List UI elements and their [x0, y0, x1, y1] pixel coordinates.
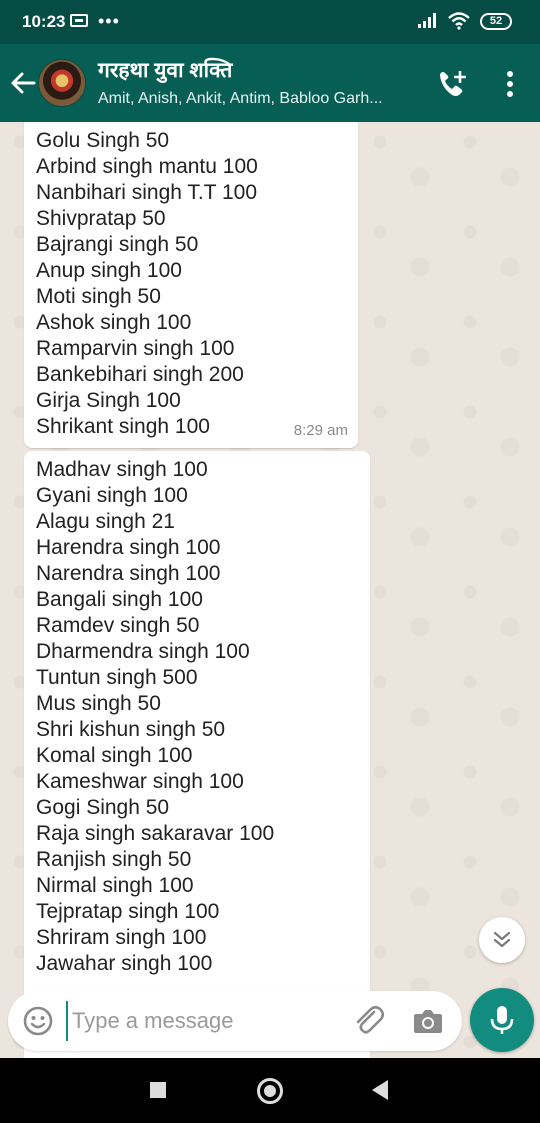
status-right-icons: 52	[418, 12, 512, 30]
message-line: Moti singh 50	[36, 285, 161, 308]
status-bar: 10:23 ••• 52	[0, 0, 540, 44]
message-line: Shriram singh 100	[36, 926, 207, 949]
message-line: Tuntun singh 500	[36, 666, 198, 689]
wifi-icon	[448, 12, 470, 30]
battery-indicator: 52	[480, 12, 512, 30]
sim-card-icon	[70, 14, 88, 27]
message-line: Shivpratap 50	[36, 207, 166, 230]
message-line: Bangali singh 100	[36, 588, 203, 611]
message-bubble[interactable]: Madhav singh 100 Gyani singh 100 Alagu s…	[24, 451, 370, 1058]
message-line: Harendra singh 100	[36, 536, 221, 559]
message-line: Alagu singh 21	[36, 510, 175, 533]
status-time: 10:23	[22, 12, 66, 31]
camera-icon[interactable]	[412, 1005, 444, 1037]
message-line: Bajrangi singh 50	[36, 233, 199, 256]
message-line: Bankebihari singh 200	[36, 363, 244, 386]
emoji-icon[interactable]	[22, 1005, 54, 1037]
recent-apps-icon[interactable]	[150, 1082, 166, 1098]
message-line: Ashok singh 100	[36, 311, 192, 334]
message-line: Jawahar singh 100	[36, 952, 213, 975]
voice-record-button[interactable]	[470, 988, 534, 1052]
message-line: Tejpratap singh 100	[36, 900, 220, 923]
nav-back-icon[interactable]	[372, 1080, 388, 1100]
message-composer	[8, 991, 462, 1051]
message-line: Madhav singh 100	[36, 458, 208, 481]
scroll-to-bottom-button[interactable]	[479, 917, 525, 963]
message-line: Gogi Singh 50	[36, 796, 170, 819]
message-line: Komal singh 100	[36, 744, 193, 767]
group-avatar[interactable]	[38, 59, 86, 107]
message-input[interactable]	[66, 1001, 286, 1041]
message-line: Ramparvin singh 100	[36, 337, 235, 360]
message-line: Narendra singh 100	[36, 562, 221, 585]
signal-icon	[418, 13, 436, 28]
message-line: Golu Singh 50	[36, 129, 170, 152]
chat-messages[interactable]: Golu Singh 50 Arbind singh mantu 100 Nan…	[0, 122, 540, 1058]
message-line: Arbind singh mantu 100	[36, 155, 258, 178]
message-line: Raja singh sakaravar 100	[36, 822, 275, 845]
message-timestamp: 8:29 am	[293, 422, 348, 439]
paperclip-icon[interactable]	[352, 1003, 386, 1039]
arrow-left-icon[interactable]	[8, 68, 38, 98]
group-name[interactable]: गरहथा युवा शक्ति	[98, 56, 232, 84]
message-line: Ramdev singh 50	[36, 614, 200, 637]
message-line: Nanbihari singh T.T 100	[36, 181, 258, 204]
message-line: Gyani singh 100	[36, 484, 188, 507]
message-line: Dharmendra singh 100	[36, 640, 250, 663]
mic-icon	[490, 1006, 514, 1034]
status-notification-icons: •••	[70, 10, 120, 31]
message-line: Shri kishun singh 50	[36, 718, 226, 741]
message-line: Anup singh 100	[36, 259, 182, 282]
more-notifications-icon: •••	[98, 10, 120, 31]
home-icon[interactable]	[257, 1078, 283, 1104]
more-vert-icon[interactable]	[498, 68, 522, 100]
group-participants[interactable]: Amit, Anish, Ankit, Antim, Babloo Garh..…	[98, 90, 418, 108]
message-line: Girja Singh 100	[36, 389, 181, 412]
message-line: Nirmal singh 100	[36, 874, 194, 897]
call-add-icon[interactable]	[436, 68, 468, 100]
system-navigation-bar	[0, 1058, 540, 1123]
message-line: Ranjish singh 50	[36, 848, 192, 871]
message-bubble[interactable]: Golu Singh 50 Arbind singh mantu 100 Nan…	[24, 122, 358, 448]
message-line: Kameshwar singh 100	[36, 770, 244, 793]
chevron-double-down-icon	[493, 931, 511, 948]
chat-header: गरहथा युवा शक्ति Amit, Anish, Ankit, Ant…	[0, 44, 540, 122]
message-line: Mus singh 50	[36, 692, 161, 715]
